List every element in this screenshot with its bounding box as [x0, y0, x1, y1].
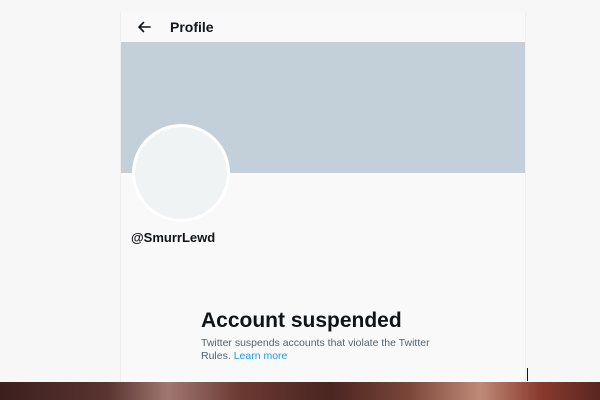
profile-column: Profile @SmurrLewd Account suspended Twi…: [120, 12, 526, 384]
avatar[interactable]: [132, 124, 230, 222]
arrow-left-icon: [138, 21, 151, 33]
background-image-strip: [0, 382, 600, 400]
profile-handle: @SmurrLewd: [131, 230, 216, 245]
suspension-notice: Account suspended Twitter suspends accou…: [201, 308, 461, 363]
page-title: Profile: [170, 19, 214, 35]
learn-more-link[interactable]: Learn more: [234, 350, 288, 362]
suspension-title: Account suspended: [201, 309, 402, 332]
text-cursor: [527, 368, 528, 381]
back-button[interactable]: [131, 14, 157, 40]
profile-header: Profile: [121, 12, 525, 42]
suspension-message-block: Twitter suspends accounts that violate t…: [201, 337, 461, 363]
